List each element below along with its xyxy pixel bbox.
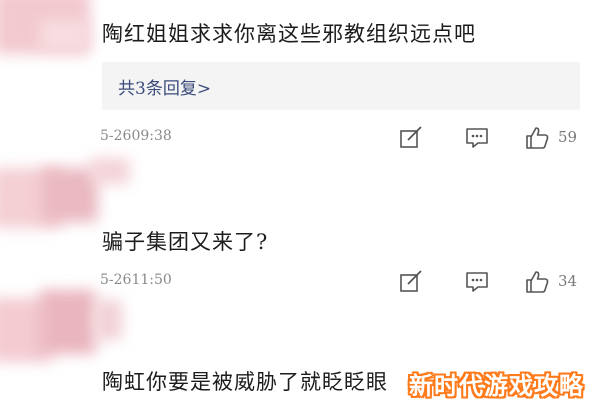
comment-timestamp: 5-2611:50 [100,272,172,288]
edit-icon[interactable] [398,125,424,151]
edit-icon[interactable] [398,269,424,295]
comment-meta-row: 5-2609:38 59 [100,125,590,151]
thumbs-up-icon[interactable] [524,269,550,295]
comment-icon[interactable] [464,269,490,295]
avatar-blurred [40,20,88,50]
reply-summary-box[interactable]: 共3条回复> [102,62,580,110]
comment-text: 陶虹你要是被威胁了就眨眨眼 [102,370,388,394]
comment-text: 陶红姐姐求求你离这些邪教组织远点吧 [102,22,476,46]
reply-summary-link[interactable]: 共3条回复> [118,74,211,99]
thumbs-up-icon[interactable] [524,125,550,151]
watermark-logo: 新时代游戏攻略 [409,372,584,400]
avatar-blurred [94,300,122,340]
comment-meta-row: 5-2611:50 34 [100,269,590,295]
avatar-blurred [90,158,130,184]
comment-timestamp: 5-2609:38 [100,128,172,144]
avatar-blurred [40,290,96,354]
comment-icon[interactable] [464,125,490,151]
like-count: 59 [558,128,578,146]
like-count: 34 [558,272,578,290]
comment-text: 骗子集团又来了? [102,230,269,254]
